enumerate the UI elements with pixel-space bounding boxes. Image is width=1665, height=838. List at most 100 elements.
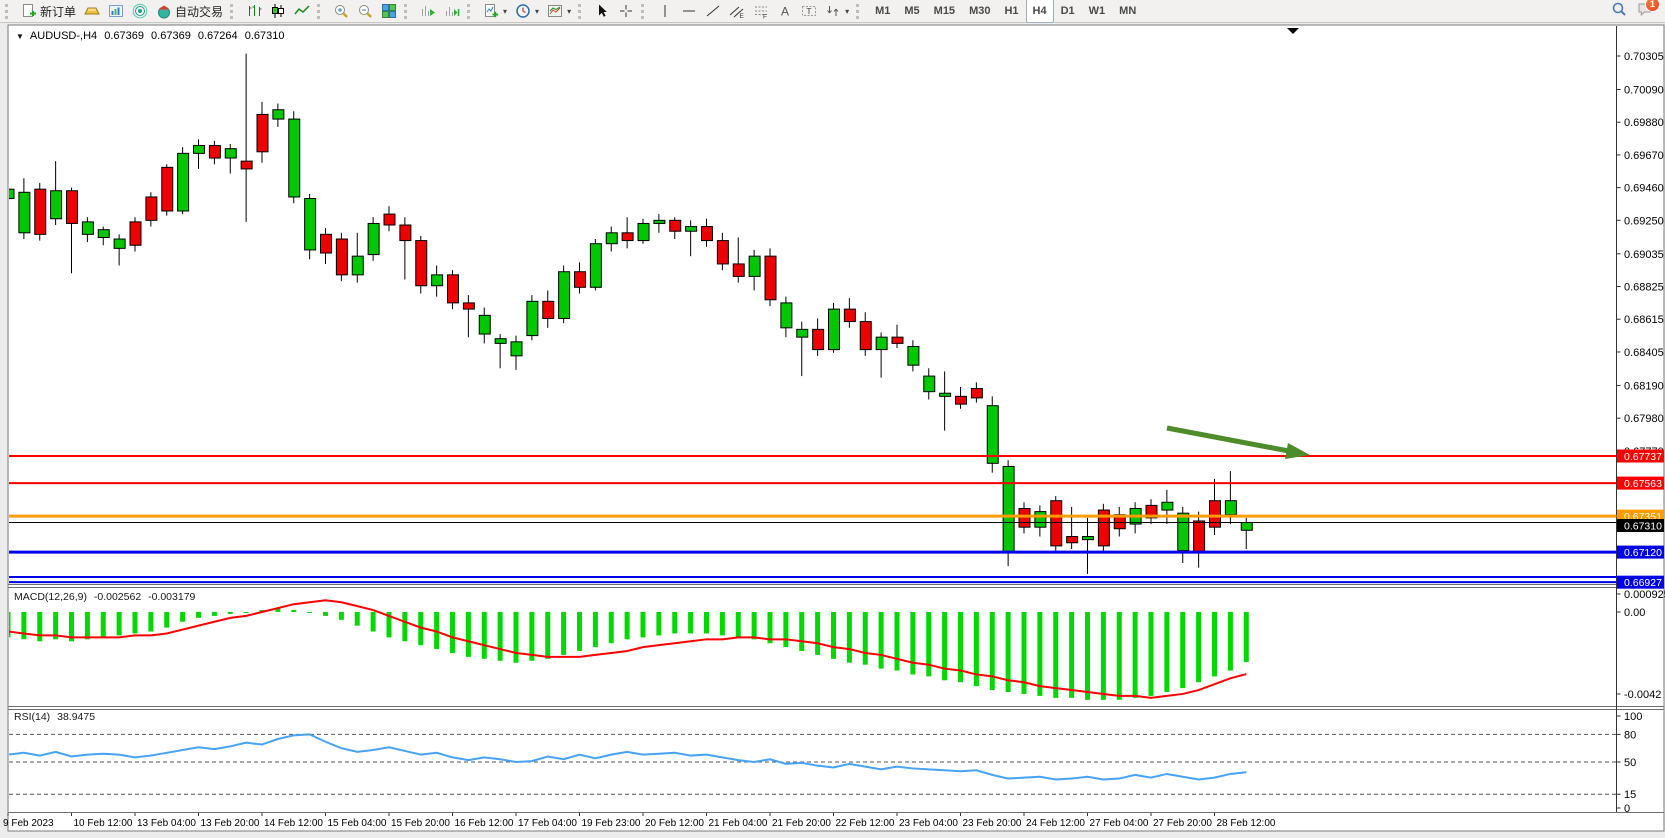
svg-text:17 Feb 04:00: 17 Feb 04:00 xyxy=(518,818,577,829)
toolbar: 新订单 自动交易 ▾ ▾ ▾ E F AT ▾ M1 M5 M15M30H1 H4 D1 W1 MN 1 xyxy=(0,0,1665,23)
signal-icon xyxy=(132,3,148,19)
timeframe-mn-button[interactable]: MN xyxy=(1112,0,1143,23)
svg-text:0.67310: 0.67310 xyxy=(1624,521,1662,533)
periods-button[interactable]: ▾ xyxy=(511,0,543,23)
chart-menu-arrow-icon[interactable]: ▼ xyxy=(16,32,24,41)
bar-chart-button[interactable] xyxy=(242,0,266,23)
line-chart-icon xyxy=(294,3,310,19)
svg-text:24 Feb 12:00: 24 Feb 12:00 xyxy=(1026,818,1085,829)
zoom-out-button[interactable] xyxy=(353,0,377,23)
tile-windows-icon xyxy=(381,3,397,19)
horizontal-line-button[interactable] xyxy=(677,0,701,23)
chart-canvas[interactable]: 0.703050.700900.698800.696700.694600.692… xyxy=(0,0,1665,838)
svg-text:13 Feb 20:00: 13 Feb 20:00 xyxy=(201,818,260,829)
cursor-button[interactable] xyxy=(590,0,614,23)
svg-text:0.68405: 0.68405 xyxy=(1624,347,1664,359)
zoom-in-button[interactable] xyxy=(329,0,353,23)
indicators-button[interactable]: ▾ xyxy=(479,0,511,23)
templates-button[interactable]: ▾ xyxy=(543,0,575,23)
line-chart-button[interactable] xyxy=(290,0,314,23)
crosshair-button[interactable] xyxy=(614,0,638,23)
chevron-down-icon: ▾ xyxy=(845,7,849,16)
svg-text:19 Feb 23:00: 19 Feb 23:00 xyxy=(582,818,641,829)
search-button[interactable] xyxy=(1611,1,1627,22)
trendline-button[interactable] xyxy=(701,0,725,23)
chevron-down-icon: ▾ xyxy=(567,7,571,16)
arrows-button[interactable]: ▾ xyxy=(821,0,853,23)
svg-text:0.70090: 0.70090 xyxy=(1624,84,1664,96)
toolbar-grip xyxy=(578,4,586,19)
svg-text:80: 80 xyxy=(1624,729,1636,741)
text-button[interactable]: A xyxy=(773,0,797,23)
text-icon: A xyxy=(777,3,793,19)
svg-text:10 Feb 12:00: 10 Feb 12:00 xyxy=(74,818,133,829)
label-icon: T xyxy=(801,3,817,19)
new-order-button-label: 新订单 xyxy=(40,3,76,20)
timeframe-m15-button[interactable]: M15 xyxy=(927,0,962,23)
svg-text:F: F xyxy=(763,14,767,20)
fibonacci-button[interactable]: F xyxy=(749,0,773,23)
svg-text:0.68825: 0.68825 xyxy=(1624,282,1664,294)
timeframe-label: H4 xyxy=(1033,5,1047,17)
chart-open-value: 0.67369 xyxy=(104,30,144,42)
rsi-value: 38.9475 xyxy=(57,711,95,723)
svg-text:0.67120: 0.67120 xyxy=(1624,547,1662,559)
search-icon xyxy=(1611,1,1627,17)
step-end-icon xyxy=(444,3,460,19)
tile-windows-button[interactable] xyxy=(377,0,401,23)
chart-low-value: 0.67264 xyxy=(198,30,238,42)
auto-scroll-button[interactable] xyxy=(416,0,440,23)
new-order-button[interactable]: 新订单 xyxy=(17,0,80,23)
timeframe-m1-button[interactable]: M1 xyxy=(868,0,897,23)
vertical-line-button[interactable] xyxy=(653,0,677,23)
svg-text:A: A xyxy=(781,5,789,19)
timeframe-m5-button[interactable]: M5 xyxy=(897,0,926,23)
svg-text:0.68615: 0.68615 xyxy=(1624,314,1664,326)
svg-text:0.67563: 0.67563 xyxy=(1624,478,1662,490)
market-watch-button[interactable] xyxy=(104,0,128,23)
toolbar-right: 1 xyxy=(1611,1,1663,22)
text-label-button[interactable]: T xyxy=(797,0,821,23)
svg-text:0.00: 0.00 xyxy=(1624,607,1645,619)
fibo-icon: F xyxy=(753,3,769,19)
macd-indicator-label: MACD(12,26,9) -0.002562 -0.003179 xyxy=(14,591,199,603)
autotrade-button[interactable]: 自动交易 xyxy=(152,0,227,23)
svg-text:0.69460: 0.69460 xyxy=(1624,183,1664,195)
crosshair-icon xyxy=(618,3,634,19)
signals-button[interactable] xyxy=(128,0,152,23)
chart-shift-button[interactable] xyxy=(440,0,464,23)
rsi-name: RSI(14) xyxy=(14,711,50,723)
timeframe-w1-button[interactable]: W1 xyxy=(1082,0,1113,23)
svg-text:100: 100 xyxy=(1624,711,1642,723)
gold-button[interactable] xyxy=(80,0,104,23)
svg-text:0.000925: 0.000925 xyxy=(1624,589,1665,601)
svg-text:15: 15 xyxy=(1624,789,1636,801)
channel-icon: E xyxy=(729,3,745,19)
svg-text:23 Feb 04:00: 23 Feb 04:00 xyxy=(899,818,958,829)
timeframe-d1-button[interactable]: D1 xyxy=(1054,0,1082,23)
candle-chart-button[interactable] xyxy=(266,0,290,23)
rsi-indicator-label: RSI(14) 38.9475 xyxy=(14,711,99,723)
toolbar-grip xyxy=(230,4,238,19)
svg-text:15 Feb 20:00: 15 Feb 20:00 xyxy=(391,818,450,829)
svg-text:27 Feb 04:00: 27 Feb 04:00 xyxy=(1090,818,1149,829)
svg-text:0.69880: 0.69880 xyxy=(1624,117,1664,129)
toolbar-grip xyxy=(317,4,325,19)
svg-text:21 Feb 20:00: 21 Feb 20:00 xyxy=(772,818,831,829)
timeframe-label: M1 xyxy=(875,5,890,17)
timeframe-h1-button[interactable]: H1 xyxy=(997,0,1025,23)
new-order-icon xyxy=(21,3,37,19)
svg-text:0.70305: 0.70305 xyxy=(1624,51,1664,63)
chevron-down-icon: ▾ xyxy=(535,7,539,16)
timeframe-m30-button[interactable]: M30 xyxy=(962,0,997,23)
svg-text:22 Feb 12:00: 22 Feb 12:00 xyxy=(836,818,895,829)
timeframe-label: W1 xyxy=(1089,5,1106,17)
notifications-button[interactable]: 1 xyxy=(1637,1,1653,22)
svg-text:23 Feb 20:00: 23 Feb 20:00 xyxy=(963,818,1022,829)
channel-button[interactable]: E xyxy=(725,0,749,23)
timeframe-label: M5 xyxy=(904,5,919,17)
svg-text:-0.0042: -0.0042 xyxy=(1624,689,1661,701)
market-watch-icon xyxy=(108,3,124,19)
zoom-in-icon xyxy=(333,3,349,19)
timeframe-h4-button[interactable]: H4 xyxy=(1026,0,1054,23)
